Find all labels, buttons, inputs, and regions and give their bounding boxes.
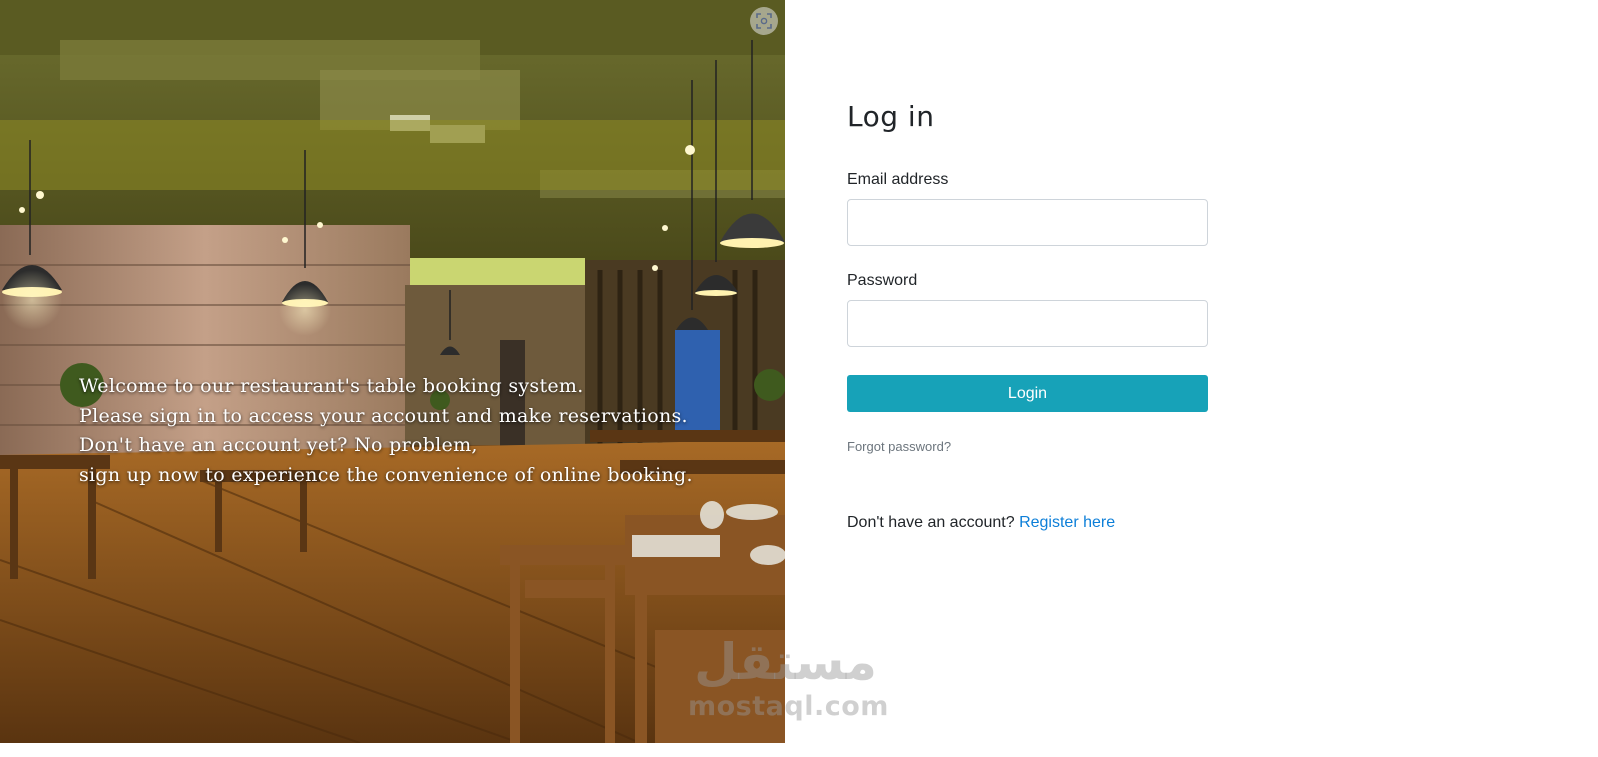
screenshot-scan-icon[interactable] (750, 7, 778, 35)
register-prompt: Don't have an account? Register here (847, 514, 1208, 532)
welcome-line: Welcome to our restaurant's table bookin… (79, 375, 584, 397)
email-field-group: Email address (847, 171, 1208, 246)
password-field-group: Password (847, 272, 1208, 347)
page-title: Log in (847, 100, 935, 133)
forgot-password-link[interactable]: Forgot password? (847, 439, 951, 454)
welcome-line: Don't have an account yet? No problem, (79, 434, 478, 456)
login-page: Welcome to our restaurant's table bookin… (0, 0, 1598, 757)
register-link[interactable]: Register here (1019, 514, 1115, 531)
email-field[interactable] (847, 199, 1208, 246)
welcome-line: sign up now to experience the convenienc… (79, 463, 693, 486)
email-label: Email address (847, 171, 949, 188)
password-field[interactable] (847, 300, 1208, 347)
restaurant-hero-image: Welcome to our restaurant's table bookin… (0, 0, 785, 743)
register-prompt-text: Don't have an account? (847, 514, 1015, 531)
welcome-line: Please sign in to access your account an… (79, 404, 688, 427)
login-form: Log in Email address Password Login Forg… (847, 96, 1208, 532)
password-label: Password (847, 272, 918, 289)
welcome-message: Welcome to our restaurant's table bookin… (79, 372, 693, 490)
login-button[interactable]: Login (847, 375, 1208, 412)
